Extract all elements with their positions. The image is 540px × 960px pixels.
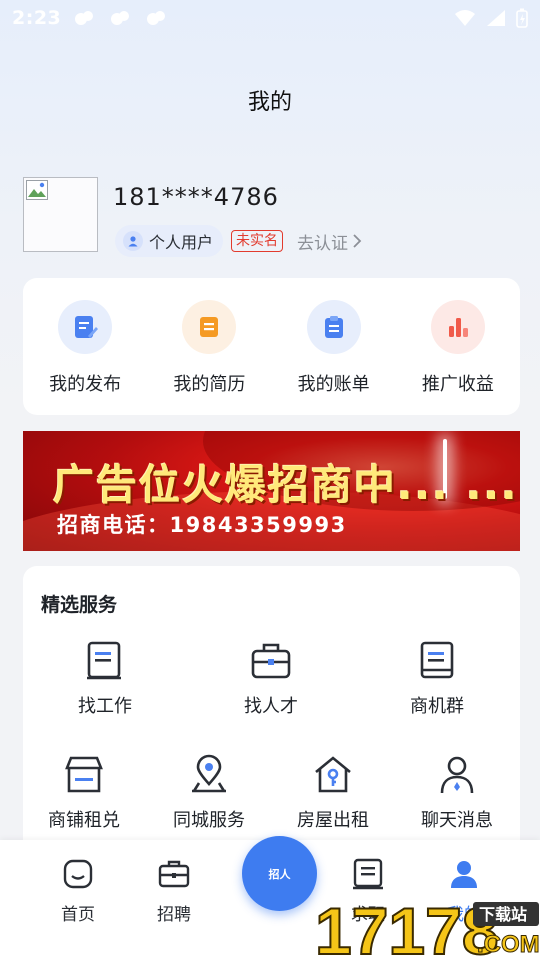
post-job-fab[interactable]: 招人 <box>242 836 317 911</box>
edit-doc-icon <box>58 300 113 354</box>
site-watermark-logo: 17178 下载站 .COM <box>314 896 540 960</box>
page-title: 我的 <box>247 90 292 115</box>
verify-link[interactable]: 去认证 <box>297 229 362 254</box>
quick-action-promo-earnings[interactable]: 推广收益 <box>396 278 520 415</box>
ad-banner[interactable]: 广告位火爆招商中... ... 招商电话：19843359993 <box>23 431 520 551</box>
status-bar: 2:23 <box>0 0 540 36</box>
notification-icon <box>109 9 131 27</box>
service-house-rental[interactable]: 房屋出租 <box>278 754 388 832</box>
battery-icon <box>516 8 528 28</box>
resume-icon <box>182 300 237 354</box>
document-icon <box>87 641 121 680</box>
user-type-label: 个人用户 <box>149 233 214 252</box>
service-label: 聊天消息 <box>421 810 493 831</box>
service-chat[interactable]: 聊天消息 <box>402 754 512 832</box>
status-time: 2:23 <box>12 7 62 29</box>
wifi-icon <box>455 10 475 26</box>
quick-action-my-bills[interactable]: 我的账单 <box>272 278 396 415</box>
service-shop-rental[interactable]: 商铺租兑 <box>29 754 139 832</box>
house-key-icon <box>315 756 351 793</box>
service-find-job[interactable]: 找工作 <box>50 640 160 718</box>
tab-recruit[interactable]: 招聘 <box>134 858 214 925</box>
notification-icons <box>73 9 167 27</box>
service-label: 找人才 <box>244 696 298 717</box>
banner-headline: 广告位火爆招商中... ... <box>53 461 519 509</box>
quick-action-label: 我的账单 <box>297 374 370 395</box>
service-business-group[interactable]: 商机群 <box>382 640 492 718</box>
person-chat-icon <box>440 756 474 794</box>
quick-action-label: 我的发布 <box>49 374 122 395</box>
quick-actions-card: 我的发布 我的简历 我的账单 推广收益 <box>23 278 520 415</box>
service-label: 商机群 <box>410 696 464 717</box>
home-icon <box>63 859 93 889</box>
service-local[interactable]: 同城服务 <box>154 754 264 832</box>
user-icon <box>123 231 143 251</box>
profile-section: 181****4786 个人用户 未实名 去认证 <box>23 177 517 257</box>
banner-subline: 招商电话：19843359993 <box>57 513 347 537</box>
service-label: 房屋出租 <box>297 810 369 831</box>
chevron-right-icon <box>353 234 362 248</box>
tab-label: 首页 <box>61 905 95 925</box>
tab-label: 招聘 <box>157 905 191 925</box>
briefcase-icon <box>158 860 190 888</box>
services-title: 精选服务 <box>41 594 118 616</box>
notification-icon <box>145 9 167 27</box>
service-label: 找工作 <box>78 696 132 717</box>
notification-icon <box>73 9 95 27</box>
service-find-talent[interactable]: 找人才 <box>216 640 326 718</box>
quick-action-label: 我的简历 <box>173 374 246 395</box>
notebook-icon <box>420 641 454 679</box>
clipboard-icon <box>306 300 361 354</box>
map-pin-icon <box>192 754 226 793</box>
service-label: 同城服务 <box>173 810 245 831</box>
unverified-badge: 未实名 <box>231 230 284 252</box>
svg-text:.COM: .COM <box>477 931 540 958</box>
svg-text:17178: 17178 <box>315 896 499 960</box>
user-phone: 181****4786 <box>113 183 279 211</box>
resume-icon <box>353 858 383 890</box>
tab-home[interactable]: 首页 <box>38 858 118 925</box>
svg-text:下载站: 下载站 <box>479 905 527 924</box>
bar-chart-icon <box>430 300 485 354</box>
briefcase-icon <box>251 643 291 679</box>
signal-icon <box>487 10 505 26</box>
quick-action-my-resume[interactable]: 我的简历 <box>147 278 271 415</box>
service-label: 商铺租兑 <box>48 810 120 831</box>
quick-action-my-posts[interactable]: 我的发布 <box>23 278 147 415</box>
quick-action-label: 推广收益 <box>421 374 494 395</box>
fab-label: 招人 <box>268 867 291 881</box>
user-type-badge: 个人用户 <box>115 225 224 257</box>
storefront-icon <box>65 756 103 793</box>
services-card: 精选服务 找工作 找人才 商机群 商铺租兑 同城服务 房屋出租 聊天消息 <box>23 566 520 866</box>
avatar[interactable] <box>23 177 98 252</box>
verify-link-label: 去认证 <box>297 233 349 254</box>
broken-image-icon <box>26 180 48 200</box>
user-icon <box>451 861 477 888</box>
